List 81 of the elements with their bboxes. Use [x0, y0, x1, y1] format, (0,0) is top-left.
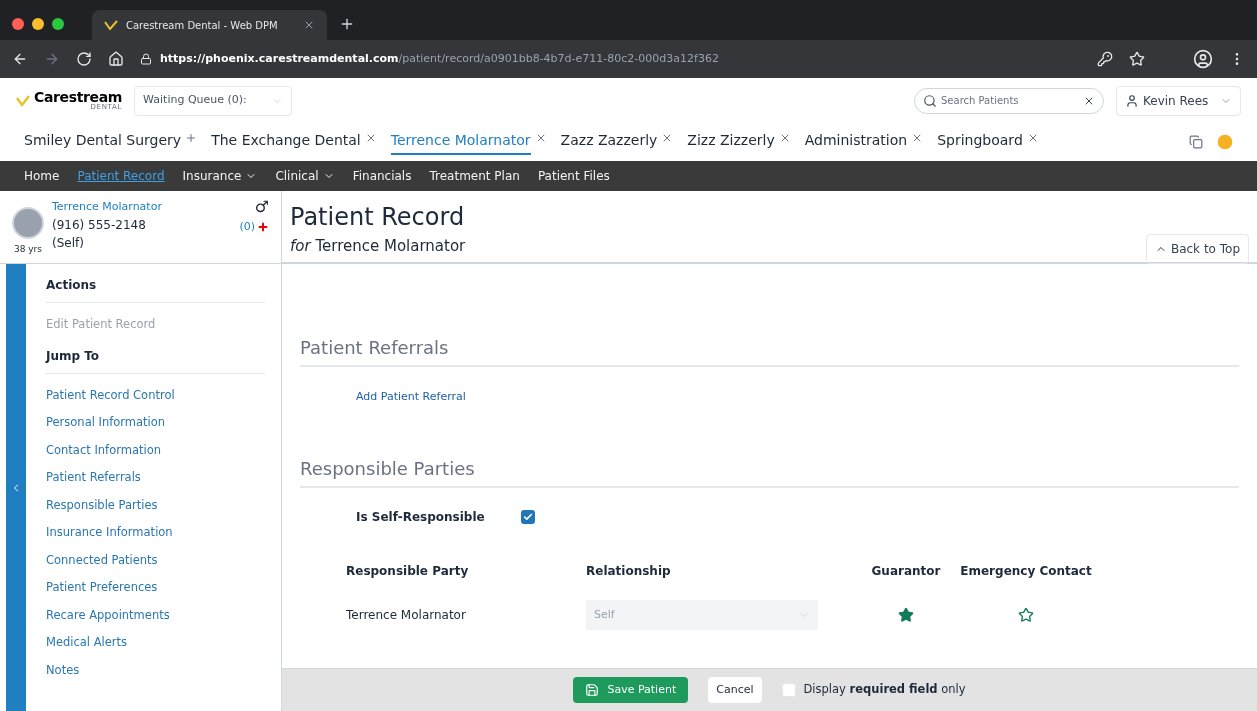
age-text: 38 yrs [14, 243, 42, 256]
windows-icon[interactable] [1189, 135, 1203, 149]
workspace-tab[interactable]: Administration [804, 129, 908, 155]
address-field[interactable]: https://phoenix.carestreamdental.com/patient/record/a0901bb8-4b7d-e711-80c2-000d3a12f362 [140, 50, 1081, 68]
bookmark-star-icon[interactable] [1129, 51, 1145, 67]
required-checkbox[interactable] [781, 683, 796, 697]
forward-icon[interactable] [44, 51, 60, 67]
phone-text: (916) 555-2148 [52, 216, 147, 234]
nav-item[interactable]: Clinical [275, 167, 335, 185]
section-title: Responsible Parties [300, 455, 1239, 488]
close-icon[interactable] [303, 19, 315, 31]
gender-symbol: ♂ [254, 199, 269, 215]
back-icon[interactable] [12, 51, 28, 67]
workspace-tab[interactable]: Springboard [937, 129, 1023, 155]
back-to-top-button[interactable]: Back to Top [1145, 234, 1249, 264]
column-header: Responsible Party [346, 563, 470, 580]
url-text: https://phoenix.carestreamdental.com/patient/record/a0901bb8-4b7d-e711-80c2-000d3a12f362 [160, 50, 719, 67]
required-field-label: Display required field only [803, 681, 966, 699]
patient-name-link[interactable]: Terrence Molarnator [52, 199, 232, 216]
sidebar-link[interactable]: Notes [46, 656, 265, 684]
sidebar-link[interactable]: Insurance Information [46, 519, 265, 547]
medical-cross-icon [257, 221, 269, 234]
profile-icon[interactable] [1193, 49, 1213, 69]
add-referral-link[interactable]: Add Patient Referral [356, 390, 466, 403]
section-title: Patient Referrals [300, 334, 1239, 367]
new-tab-icon[interactable] [339, 16, 355, 32]
save-patient-button[interactable]: Save Patient [573, 677, 689, 703]
nav-item[interactable]: Financials [352, 167, 412, 185]
nav-item[interactable]: Patient Files [537, 167, 610, 185]
sidebar-link[interactable]: Patient Record Control [46, 381, 265, 409]
emergency-star-icon[interactable] [1018, 607, 1034, 623]
key-icon[interactable] [1097, 51, 1113, 67]
sidebar-link[interactable]: Connected Patients [46, 546, 265, 574]
page-subtitle: for Terrence Molarnator [290, 236, 467, 257]
browser-tab[interactable]: Carestream Dental - Web DPM [92, 10, 327, 40]
add-icon[interactable] [185, 132, 198, 144]
sidebar-link[interactable]: Medical Alerts [46, 629, 265, 657]
logo-mark-icon [16, 94, 30, 107]
sidebar-link[interactable]: Responsible Parties [46, 491, 265, 519]
nav-item[interactable]: Treatment Plan [429, 167, 520, 185]
sidebar-link[interactable]: Patient Preferences [46, 574, 265, 602]
reload-icon[interactable] [76, 51, 92, 67]
lock-icon [140, 53, 152, 65]
field-label: Is Self-Responsible [356, 509, 485, 526]
guarantor-star-icon[interactable] [898, 607, 914, 623]
sidebar-heading: Jump To [46, 346, 265, 374]
save-icon [585, 683, 600, 697]
home-icon[interactable] [108, 51, 124, 67]
relation-text: (Self) [52, 234, 85, 252]
workspace-tab[interactable]: Zazz Zazzerly [560, 129, 658, 155]
search-icon [923, 93, 937, 108]
workspace-tab[interactable]: Terrence Molarnator [390, 129, 531, 155]
nav-item[interactable]: Patient Record [77, 167, 165, 185]
sidebar-link[interactable]: Contact Information [46, 436, 265, 464]
table-cell-text: Terrence Molarnator [346, 607, 467, 624]
cancel-button[interactable]: Cancel [708, 677, 762, 703]
column-header: Emergency Contact [959, 563, 1093, 580]
nav-item[interactable]: Home [24, 167, 60, 185]
page-title: Patient Record [290, 202, 466, 233]
alert-count[interactable]: (0) [239, 219, 255, 236]
minimize-window-icon[interactable] [32, 18, 44, 30]
nav-item[interactable]: Insurance [182, 167, 258, 185]
waiting-queue-dropdown[interactable]: Waiting Queue (0): [134, 85, 293, 116]
sidebar-heading: Actions [46, 276, 265, 303]
user-icon [1125, 93, 1139, 108]
sidebar-link[interactable]: Patient Referrals [46, 464, 265, 492]
search-input[interactable]: Search Patients [941, 93, 1079, 108]
checkbox[interactable] [520, 510, 535, 524]
logo-wordmark: Carestream [34, 90, 123, 104]
column-header: Relationship [586, 563, 672, 580]
column-header: Guarantor [870, 563, 942, 580]
sidebar-link[interactable]: Recare Appointments [46, 601, 265, 629]
avatar [12, 207, 44, 239]
workspace-tab[interactable]: Smiley Dental Surgery [24, 129, 182, 155]
close-window-icon[interactable] [12, 18, 24, 30]
sidebar-link[interactable]: Personal Information [46, 409, 265, 437]
user-menu-button[interactable]: Kevin Rees [1116, 85, 1241, 116]
workspace-tab[interactable]: The Exchange Dental [211, 129, 361, 155]
maximize-window-icon[interactable] [52, 18, 64, 30]
workspace-tab[interactable]: Zizz Zizzerly [687, 129, 775, 155]
tab-title: Carestream Dental - Web DPM [126, 18, 279, 33]
